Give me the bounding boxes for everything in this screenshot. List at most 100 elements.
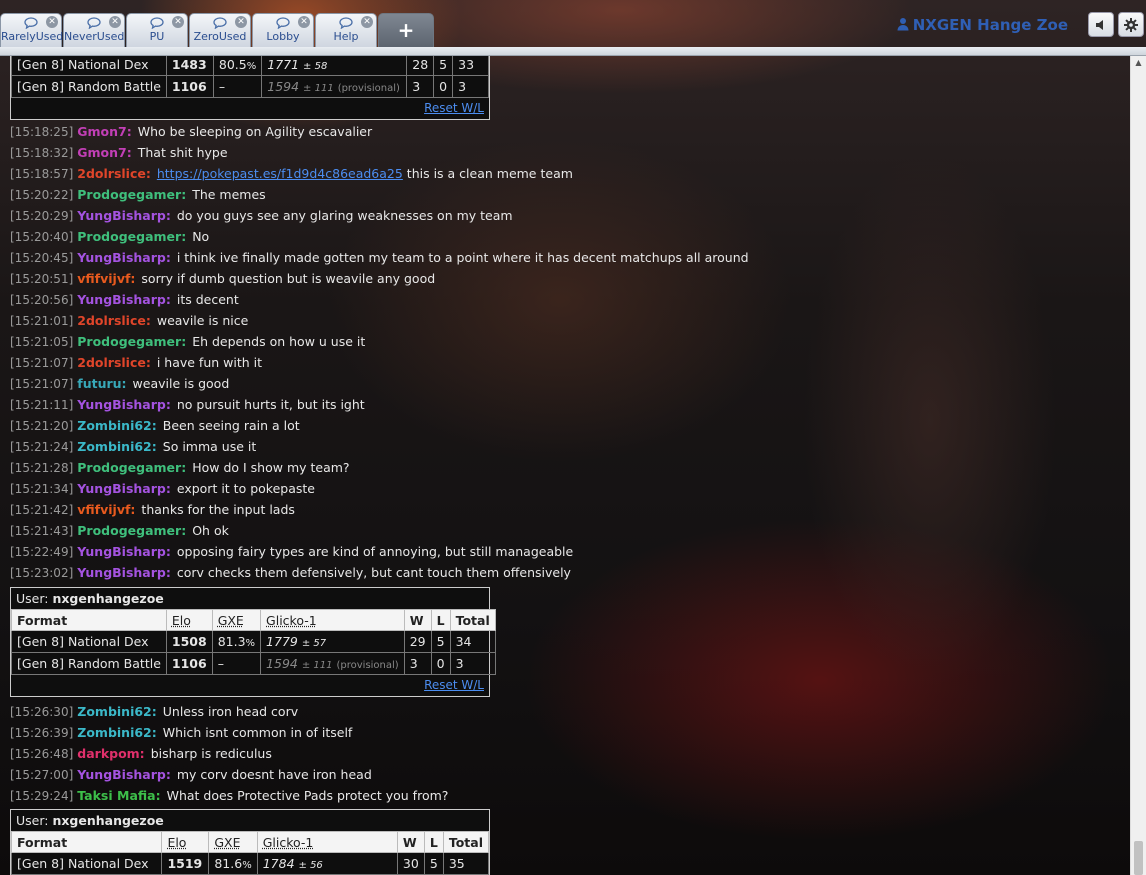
wins-cell: 29 [403,630,432,653]
elo-cell: 1519 [161,852,210,875]
message-text: So imma use it [162,439,257,454]
message-username[interactable]: Gmon7: [77,145,131,160]
message-username[interactable]: Zombini62: [77,418,157,433]
gxe-unit: % [246,61,257,72]
message-username[interactable]: YungBisharp: [77,208,171,223]
message-username[interactable]: YungBisharp: [77,250,171,265]
message-text: How do I show my team? [192,460,350,475]
close-icon[interactable]: ✕ [109,16,121,28]
message-username[interactable]: 2dolrslice: [77,313,151,328]
glicko-value: 1779 [266,634,298,649]
glicko-deviation: ± 57 [301,638,327,649]
message-username[interactable]: Zombini62: [77,725,157,740]
message-username[interactable]: Prodogegamer: [77,523,186,538]
message-username[interactable]: darkpom: [77,746,144,761]
message-username[interactable]: YungBisharp: [77,481,171,496]
message-username[interactable]: Zombini62: [77,704,157,719]
chat-message: [15:21:42] vfifvijvf: thanks for the input… [10,499,295,520]
rank-table-user: User: nxgenhangezoe [11,588,489,609]
message-text: Been seeing rain a lot [162,418,300,433]
total-cell: 34 [449,630,496,653]
message-username[interactable]: Prodogegamer: [77,460,186,475]
tab-pu[interactable]: PU ✕ [126,13,188,47]
chat-message: [15:26:30] Zombini62: Unless iron head cor… [10,701,298,722]
message-text: Which isnt common in of itself [162,725,353,740]
message-username[interactable]: vfifvijvf: [77,502,135,517]
message-text: The memes [192,187,266,202]
message-username[interactable]: Zombini62: [77,439,157,454]
message-username[interactable]: YungBisharp: [77,544,171,559]
message-timestamp: [15:29:24] [10,789,74,803]
message-text: sorry if dumb question but is weavile an… [141,271,436,286]
glicko-cell: 1594 ± 111 (provisional) [261,75,408,98]
message-timestamp: [15:18:32] [10,146,74,160]
message-timestamp: [15:26:48] [10,747,74,761]
tab-zeroused[interactable]: ZeroUsed ✕ [189,13,251,47]
chat-message: [15:20:40] Prodogegamer: No [10,226,209,247]
glicko-value: 1594 [266,656,298,671]
message-username[interactable]: futuru: [77,376,126,391]
message-username[interactable]: YungBisharp: [77,397,171,412]
tab-rarelyused[interactable]: RarelyUsed ✕ [0,13,64,47]
close-icon[interactable]: ✕ [298,16,310,28]
losses-cell: 5 [433,56,454,76]
close-icon[interactable]: ✕ [235,16,247,28]
close-icon[interactable]: ✕ [46,16,58,28]
total-cell: 3 [452,75,489,98]
scroll-up-arrow-icon[interactable]: ▲ [1131,56,1146,70]
message-timestamp: [15:20:51] [10,272,74,286]
message-username[interactable]: YungBisharp: [77,565,171,580]
message-username[interactable]: vfifvijvf: [77,271,135,286]
glicko-value: 1771 [267,57,300,72]
gear-icon [1119,17,1143,33]
settings-button[interactable] [1118,12,1144,37]
format-cell: [Gen 8] National Dex [11,56,167,76]
chat-message: [15:21:05] Prodogegamer: Eh depends on how… [10,331,365,352]
provisional-note: (provisional) [337,83,400,94]
chat-scrollbar[interactable]: ▲ [1130,56,1146,875]
tab-label: PU [149,30,165,43]
chat-message: [15:20:22] Prodogegamer: The memes [10,184,266,205]
tab-lobby[interactable]: Lobby ✕ [252,13,314,47]
col-wins: W [396,831,425,853]
total-cell: 33 [452,56,489,76]
message-username[interactable]: YungBisharp: [77,767,171,782]
glicko-cell: 1779 ± 57 [260,630,405,653]
message-username[interactable]: Taksi Mafia: [77,788,160,803]
table-header-row: Format Elo GXE Glicko-1 W L Total [10,831,490,853]
message-text: export it to pokepaste [176,481,315,496]
user-label: User: [16,591,49,606]
message-username[interactable]: 2dolrslice: [77,166,151,181]
reset-wl-link[interactable]: Reset W/L [424,678,484,692]
message-username[interactable]: 2dolrslice: [77,355,151,370]
message-timestamp: [15:21:07] [10,356,74,370]
scroll-thumb[interactable] [1134,841,1143,875]
chat-message: [15:21:01] 2dolrslice: weavile is nice [10,310,248,331]
gxe-cell: – [212,75,263,98]
reset-wl-link[interactable]: Reset W/L [424,101,484,115]
message-username[interactable]: Gmon7: [77,124,131,139]
close-icon[interactable]: ✕ [172,16,184,28]
message-username[interactable]: Prodogegamer: [77,229,186,244]
message-username[interactable]: YungBisharp: [77,292,171,307]
tab-neverused[interactable]: NeverUsed ✕ [63,13,125,47]
message-text: bisharp is rediculus [150,746,272,761]
glicko-deviation: ± 56 [298,860,323,871]
add-room-button[interactable]: + [378,13,434,47]
glicko-deviation: ± 111 [303,83,334,94]
close-icon[interactable]: ✕ [361,16,373,28]
tab-help[interactable]: Help ✕ [315,13,377,47]
message-text: this is a clean meme team [402,166,573,181]
table-row: [Gen 8] National Dex 1508 81.3% 1779 ± 5… [11,630,496,653]
glicko-deviation: ± 111 [301,660,333,671]
chat-message: [15:26:48] darkpom: bisharp is rediculus [10,743,272,764]
tab-label: RarelyUsed [1,30,64,43]
sound-button[interactable] [1088,12,1114,37]
message-username[interactable]: Prodogegamer: [77,187,186,202]
message-link[interactable]: https://pokepast.es/f1d9d4c86ead6a25 [157,166,403,181]
username-button[interactable]: NXGEN Hange Zoe [897,16,1068,35]
message-username[interactable]: Prodogegamer: [77,334,186,349]
chat-bubble-icon [213,17,227,30]
chat-log[interactable]: [Gen 8] National Dex 1483 80.5% 1771 ± 5… [0,56,1130,875]
chat-message: [15:21:20] Zombini62: Been seeing rain a l… [10,415,300,436]
